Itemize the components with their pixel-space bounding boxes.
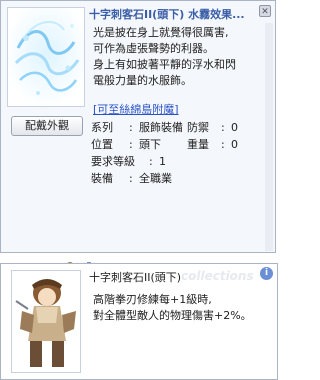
stat-colon: : bbox=[129, 172, 133, 185]
item-tooltip-panel: 十字刺客石II(頭下) 水霧效果... ✕ 配戴外觀 光是披在身上就覺得很厲害,… bbox=[0, 0, 276, 253]
description-line: 身上有如披著平靜的浮水和閃 bbox=[93, 58, 236, 71]
item-description: 光是披在身上就覺得很厲害, 可作為虛張聲勢的利器。 身上有如披著平靜的浮水和閃 … bbox=[93, 25, 273, 89]
stat-label: 位置 bbox=[91, 138, 113, 151]
stat-value: 全職業 bbox=[139, 172, 172, 185]
stat-row-type: 系列 : 服飾裝備 防禦 : 0 bbox=[91, 119, 266, 136]
enchant-link[interactable]: [可至絲綿島附魔] bbox=[93, 101, 179, 117]
water-mist-icon bbox=[8, 8, 84, 106]
wear-appearance-button[interactable]: 配戴外觀 bbox=[11, 116, 83, 136]
close-icon[interactable]: ✕ bbox=[259, 5, 271, 17]
stat-label: 重量 bbox=[187, 138, 209, 151]
stat-value: 服飾裝備 bbox=[139, 121, 183, 134]
stat-label: 裝備 bbox=[91, 172, 113, 185]
description-line: 電般力量的水服飾。 bbox=[93, 74, 192, 87]
description-line: 高階拳刃修練每+1級時, bbox=[93, 293, 212, 306]
stat-value: 0 bbox=[231, 121, 238, 134]
item-title: 十字刺客石II(頭下) 水霧效果... bbox=[89, 8, 245, 20]
watermark: collections bbox=[181, 269, 254, 283]
stat-row-level: 要求等級 : 1 bbox=[91, 153, 266, 170]
card-tooltip-panel: collections 十字刺客石II(頭下) i 高階拳刃修練每+1級時, 對… bbox=[0, 263, 278, 380]
assassin-character-icon bbox=[15, 279, 76, 367]
stat-row-position: 位置 : 頭下 重量 : 0 bbox=[91, 136, 266, 153]
description-line: 可作為虛張聲勢的利器。 bbox=[93, 42, 214, 55]
stat-value: 1 bbox=[159, 155, 166, 168]
stat-colon: : bbox=[221, 138, 225, 151]
item-image bbox=[7, 7, 85, 107]
stat-colon: : bbox=[129, 121, 133, 134]
card-character-image bbox=[11, 270, 81, 373]
stat-label: 防禦 bbox=[187, 121, 209, 134]
stat-row-equip: 裝備 : 全職業 bbox=[91, 170, 266, 187]
stat-value: 0 bbox=[231, 138, 238, 151]
stat-colon: : bbox=[221, 121, 225, 134]
card-title: 十字刺客石II(頭下) bbox=[89, 271, 182, 284]
stat-colon: : bbox=[129, 138, 133, 151]
stat-label: 要求等級 bbox=[91, 155, 135, 168]
stat-label: 系列 bbox=[91, 121, 113, 134]
info-icon[interactable]: i bbox=[260, 267, 273, 280]
description-line: 對全體型敵人的物理傷害+2%。 bbox=[93, 309, 252, 322]
description-scrollbar[interactable] bbox=[265, 23, 273, 251]
stat-colon: : bbox=[149, 155, 153, 168]
description-line: 光是披在身上就覺得很厲害, bbox=[93, 26, 229, 39]
card-description: 高階拳刃修練每+1級時, 對全體型敵人的物理傷害+2%。 bbox=[93, 292, 252, 324]
stat-value: 頭下 bbox=[139, 138, 161, 151]
item-stats: 系列 : 服飾裝備 防禦 : 0 位置 : 頭下 重量 : 0 要求等級 : 1… bbox=[91, 119, 266, 187]
